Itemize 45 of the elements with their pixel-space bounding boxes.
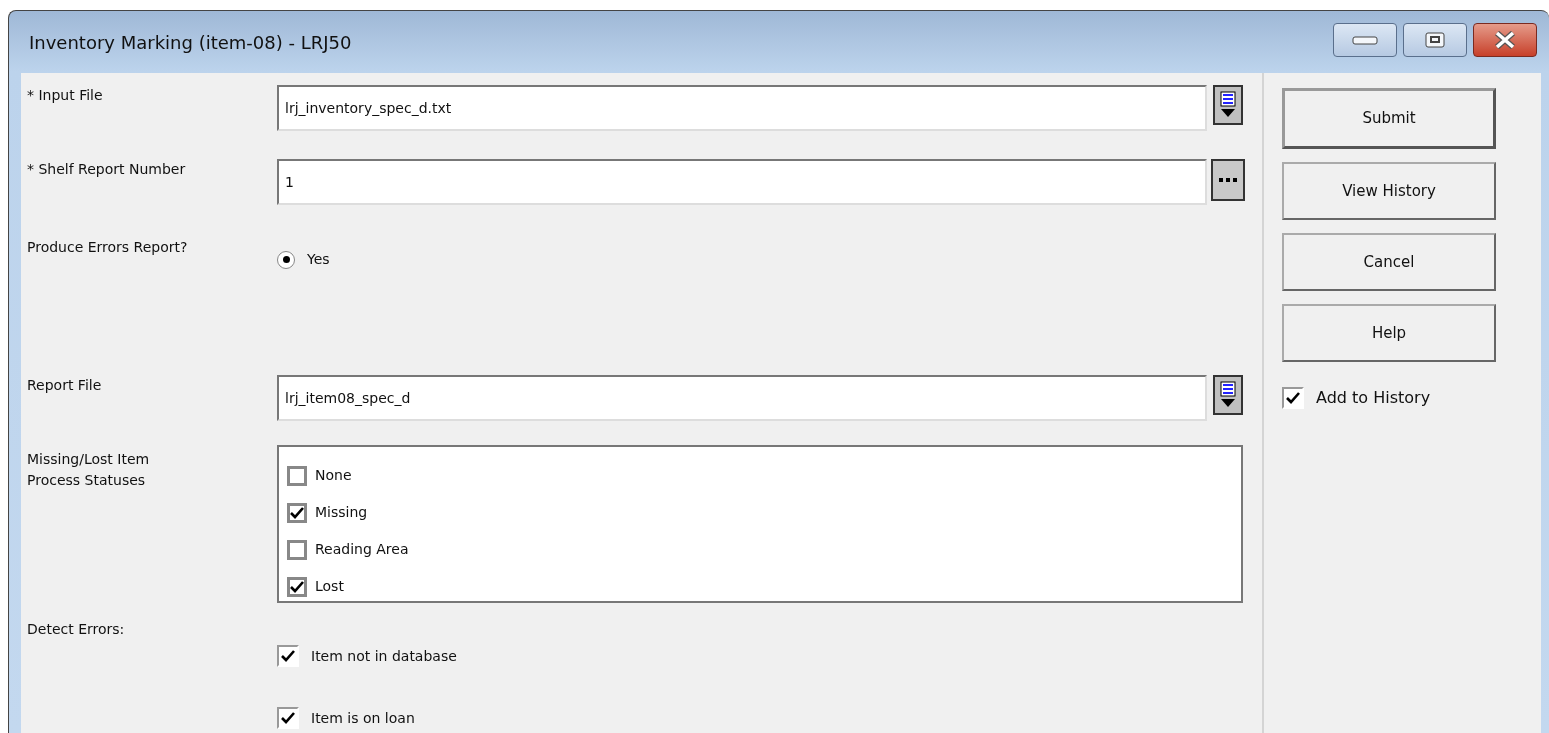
- action-button[interactable]: Submit: [1282, 88, 1496, 149]
- field-label: * Shelf Report Number: [27, 161, 186, 177]
- browse-button[interactable]: [1213, 375, 1243, 415]
- checkmark-icon: [281, 650, 295, 662]
- checkbox[interactable]: [277, 707, 299, 729]
- checkmark-icon: [1286, 392, 1300, 404]
- checkbox-label: Missing: [315, 503, 368, 522]
- checkbox[interactable]: [287, 539, 307, 560]
- checkmark-icon: [281, 712, 295, 724]
- checkbox[interactable]: [1282, 387, 1304, 409]
- checkbox[interactable]: [277, 645, 299, 667]
- minimize-icon: [1352, 35, 1378, 45]
- field-label: * Input File: [27, 87, 103, 103]
- field-label: Report File: [27, 377, 102, 393]
- text-field[interactable]: lrj_item08_spec_d: [277, 375, 1207, 421]
- field-label: Detect Errors:: [27, 621, 125, 637]
- field-label: Missing/Lost Item Process Statuses: [27, 450, 151, 490]
- checkbox-label: Lost: [315, 577, 344, 596]
- checkbox-label: Item not in database: [311, 646, 457, 666]
- action-button[interactable]: Help: [1282, 304, 1496, 362]
- checkbox[interactable]: [287, 502, 307, 523]
- maximize-icon: [1425, 32, 1445, 48]
- checkmark-icon: [290, 580, 304, 593]
- checkbox[interactable]: [287, 576, 307, 597]
- maximize-button[interactable]: [1403, 23, 1467, 57]
- text-field[interactable]: 1: [277, 159, 1207, 205]
- checkbox[interactable]: [287, 465, 307, 486]
- checkbox-label: Reading Area: [315, 540, 409, 559]
- ellipsis-icon: [1218, 177, 1238, 183]
- close-button[interactable]: [1473, 23, 1537, 57]
- minimize-button[interactable]: [1333, 23, 1397, 57]
- radio-button[interactable]: [277, 250, 295, 269]
- action-button[interactable]: View History: [1282, 162, 1496, 220]
- checkbox-label: Add to History: [1316, 387, 1431, 409]
- browse-button[interactable]: [1213, 85, 1243, 125]
- checkbox-label: Item is on loan: [311, 708, 415, 728]
- field-label: Produce Errors Report?: [27, 239, 188, 255]
- checkmark-icon: [290, 506, 304, 519]
- text-field[interactable]: lrj_inventory_spec_d.txt: [277, 85, 1207, 131]
- lookup-button[interactable]: [1211, 159, 1245, 201]
- action-button[interactable]: Cancel: [1282, 233, 1496, 291]
- checkbox-label: None: [315, 466, 352, 485]
- window-title: Inventory Marking (item-08) - LRJ50: [29, 30, 353, 55]
- radio-label: Yes: [307, 250, 330, 269]
- close-icon: [1494, 31, 1516, 49]
